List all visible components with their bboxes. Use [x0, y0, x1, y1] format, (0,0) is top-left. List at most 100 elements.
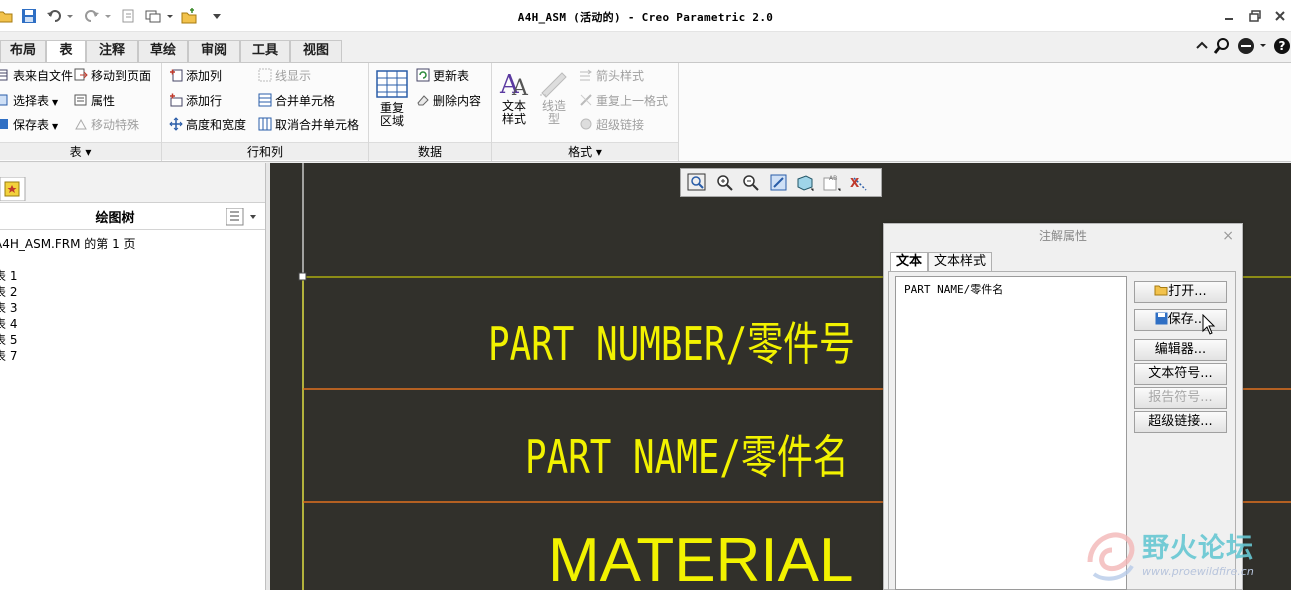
tree-settings-icon[interactable] — [226, 208, 258, 226]
tree-item[interactable]: 表 5 — [0, 331, 17, 348]
properties-icon — [74, 94, 87, 106]
select-table-icon — [0, 94, 8, 106]
minimize-ribbon-icon[interactable] — [1194, 37, 1210, 55]
restore-icon[interactable] — [1248, 9, 1262, 23]
tab-text-style[interactable]: 文本样式 — [928, 252, 993, 272]
line-style-icon — [540, 72, 567, 98]
part-name-text[interactable]: PART NAME/零件名 — [525, 421, 849, 487]
refit-icon[interactable] — [686, 172, 708, 193]
rows-columns-group: 添加列 添加行 高度和宽度 线显示 合并单元格 取消合并单元格 行和列 — [162, 63, 369, 161]
tree-item[interactable]: 表 3 — [0, 299, 17, 316]
tab-text[interactable]: 文本 — [890, 252, 929, 272]
dialog-close-icon[interactable]: × — [1222, 228, 1234, 244]
line-display-button[interactable]: 线显示 — [258, 66, 311, 86]
select-table-button[interactable]: 选择表 ▼ — [0, 91, 58, 111]
community-dropdown-icon[interactable] — [1259, 37, 1267, 55]
table-group-label[interactable]: 表 ▾ — [0, 142, 161, 160]
tree-header-divider — [0, 229, 265, 230]
tab-view[interactable]: 视图 — [290, 40, 342, 62]
drawing-tree-tab-icon[interactable] — [0, 177, 26, 201]
tab-annotate[interactable]: 注释 — [86, 40, 138, 62]
svg-text:A: A — [511, 76, 529, 99]
tab-sketch[interactable]: 草绘 — [138, 40, 188, 62]
data-group-label: 数据 — [369, 142, 491, 160]
tab-review[interactable]: 审阅 — [188, 40, 240, 62]
search-icon[interactable] — [1213, 37, 1231, 55]
part-number-text[interactable]: PART NUMBER/零件号 — [488, 308, 855, 374]
tree-root[interactable]: A4H_ASM.FRM 的第 1 页 — [0, 235, 136, 252]
merge-cells-button[interactable]: 合并单元格 — [258, 91, 335, 111]
repeat-last-format-button[interactable]: 重复上一格式 — [579, 91, 668, 111]
remove-content-button[interactable]: 删除内容 — [416, 91, 481, 111]
tree-item[interactable]: 表 7 — [0, 347, 17, 364]
repeat-format-icon — [580, 94, 592, 106]
format-group: AA 文本 样式 线造 型 箭头样式 重复上一格式 超级链接 格式 ▾ — [492, 63, 679, 161]
help-icon[interactable]: ? — [1273, 37, 1291, 55]
mouse-cursor-icon — [1202, 314, 1216, 335]
format-group-label[interactable]: 格式 ▾ — [492, 142, 678, 160]
save-table-button[interactable]: 保存表 ▼ — [0, 115, 58, 135]
ribbon: 表来自文件 选择表 ▼ 保存表 ▼ 移动到页面 属性 移动特殊 表 ▾ 添加列 添加… — [0, 62, 1291, 162]
community-icon[interactable] — [1236, 37, 1256, 55]
arrow-style-icon — [580, 69, 592, 81]
tab-tools[interactable]: 工具 — [240, 40, 290, 62]
data-group: 重复 区域 更新表 删除内容 数据 — [369, 63, 492, 161]
tab-table[interactable]: 表 — [46, 40, 86, 63]
watermark: 野火论坛 www.proewildfire.cn — [1080, 520, 1291, 590]
arrow-style-button[interactable]: 箭头样式 — [579, 66, 644, 86]
zoom-in-icon[interactable] — [714, 172, 736, 193]
properties-button[interactable]: 属性 — [74, 91, 115, 111]
tree-item[interactable]: 表 1 — [0, 267, 17, 284]
svg-text:AB: AB — [829, 175, 837, 182]
minimize-icon[interactable] — [1222, 9, 1236, 23]
watermark-name: 野火论坛 — [1142, 533, 1254, 564]
window-title: A4H_ASM (活动的) - Creo Parametric 2.0 — [517, 11, 774, 24]
wildfire-logo-icon — [1087, 532, 1135, 581]
report-symbol-button[interactable]: 报告符号... — [1134, 387, 1227, 409]
update-tables-icon — [416, 68, 430, 82]
move-page-icon — [74, 68, 88, 81]
table-from-file-button[interactable]: 表来自文件 — [0, 66, 73, 86]
eraser-icon — [417, 95, 429, 106]
merge-cells-icon — [258, 93, 272, 107]
panel-toolbar — [0, 163, 265, 203]
open-button[interactable]: 打开... — [1134, 281, 1227, 303]
add-row-button[interactable]: 添加行 — [169, 91, 222, 111]
update-tables-button[interactable]: 更新表 — [416, 66, 469, 86]
annotation-display-icon[interactable]: AB — [821, 172, 843, 193]
table-file-icon — [0, 69, 8, 81]
line-display-icon — [258, 68, 272, 82]
open-folder-icon — [1154, 285, 1168, 296]
move-to-page-button[interactable]: 移动到页面 — [74, 66, 151, 86]
height-width-button[interactable]: 高度和宽度 — [169, 115, 246, 135]
add-column-button[interactable]: 添加列 — [169, 66, 222, 86]
move-special-button[interactable]: 移动特殊 — [74, 115, 139, 135]
title-bar: A4H_ASM (活动的) - Creo Parametric 2.0 — [0, 0, 1291, 32]
text-style-button[interactable]: AA 文本 样式 — [496, 67, 532, 126]
line-style-label: 线造 型 — [541, 99, 566, 126]
repeat-region-button[interactable]: 重复 区域 — [373, 69, 411, 128]
drawing-tree-title: 绘图树 — [95, 211, 135, 226]
text-symbol-button[interactable]: 文本符号... — [1134, 363, 1227, 385]
repeat-region-icon — [376, 70, 408, 98]
datum-display-icon[interactable]: X — [848, 172, 870, 193]
repeat-region-label: 重复 区域 — [379, 101, 404, 128]
material-text[interactable]: MATERIAL — [548, 525, 853, 590]
tree-item[interactable]: 表 2 — [0, 283, 17, 300]
hyperlink-button[interactable]: 超级链接 — [579, 115, 644, 135]
close-icon[interactable] — [1273, 9, 1287, 23]
zoom-out-icon[interactable] — [740, 172, 762, 193]
save-table-icon — [0, 119, 8, 129]
watermark-url: www.proewildfire.cn — [1142, 565, 1254, 578]
tree-item[interactable]: 表 4 — [0, 315, 17, 332]
tab-layout[interactable]: 布局 — [0, 40, 46, 62]
unmerge-cells-button[interactable]: 取消合并单元格 — [258, 115, 359, 135]
editor-button[interactable]: 编辑器... — [1134, 339, 1227, 361]
line-style-button[interactable]: 线造 型 — [536, 67, 572, 126]
display-style-icon[interactable] — [794, 172, 816, 193]
hyperlink-button[interactable]: 超级链接... — [1134, 411, 1227, 433]
repaint-icon[interactable] — [768, 172, 790, 193]
height-width-icon — [169, 117, 183, 131]
text-style-icon: AA — [499, 70, 529, 101]
drawing-tree-panel: 绘图树 A4H_ASM.FRM 的第 1 页 表 1 表 2 表 3 表 4 表… — [0, 163, 265, 590]
